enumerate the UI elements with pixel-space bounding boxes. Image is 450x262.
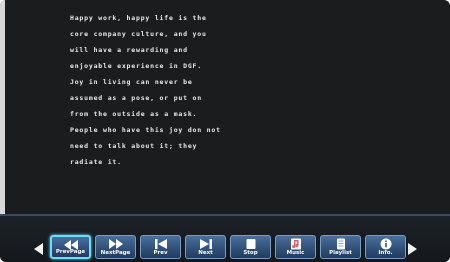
stop-label: Stop xyxy=(243,250,258,256)
prev-label: Prev xyxy=(153,250,168,256)
music-note-icon xyxy=(290,238,301,250)
stop-icon xyxy=(246,239,255,249)
prev-page-label: PrevPage xyxy=(55,249,86,255)
playlist-button[interactable]: Playlist xyxy=(320,235,361,259)
music-label: Music xyxy=(286,250,305,256)
playlist-icon xyxy=(336,238,345,250)
scroll-left-arrow-icon[interactable] xyxy=(34,243,43,255)
prev-page-button[interactable]: PrevPage xyxy=(50,235,91,259)
info-icon xyxy=(380,238,391,250)
prev-button[interactable]: Prev xyxy=(140,235,181,259)
next-page-label: NextPage xyxy=(100,250,131,256)
text-line: Joy in living can never be xyxy=(70,78,193,86)
playlist-label: Playlist xyxy=(329,250,352,256)
text-line: core company culture, and you xyxy=(70,30,207,38)
next-label: Next xyxy=(198,250,213,256)
music-button[interactable]: Music xyxy=(275,235,316,259)
info-label: Info. xyxy=(378,250,393,256)
skip-next-icon xyxy=(199,239,212,249)
text-line: assumed as a pose, or put on xyxy=(70,94,202,102)
next-page-button[interactable]: NextPage xyxy=(95,235,136,259)
skip-previous-icon xyxy=(154,239,167,249)
text-line: from the outside as a mask. xyxy=(70,110,198,118)
fast-forward-icon xyxy=(108,239,123,249)
text-line: Happy work, happy life is the xyxy=(70,14,207,22)
text-line: will have a rewarding and xyxy=(70,46,188,54)
info-button[interactable]: Info. xyxy=(365,235,406,259)
text-line: radiate it. xyxy=(70,158,122,166)
text-content: Happy work, happy life is the core compa… xyxy=(70,10,330,170)
next-button[interactable]: Next xyxy=(185,235,226,259)
text-line: enjoyable experience in DGF. xyxy=(70,62,202,70)
scroll-right-arrow-icon[interactable] xyxy=(408,243,417,255)
stop-button[interactable]: Stop xyxy=(230,235,271,259)
viewer-screen: Happy work, happy life is the core compa… xyxy=(0,0,450,262)
text-line: need to talk about it; they xyxy=(70,142,198,150)
text-line: People who have this joy don not xyxy=(70,126,221,134)
